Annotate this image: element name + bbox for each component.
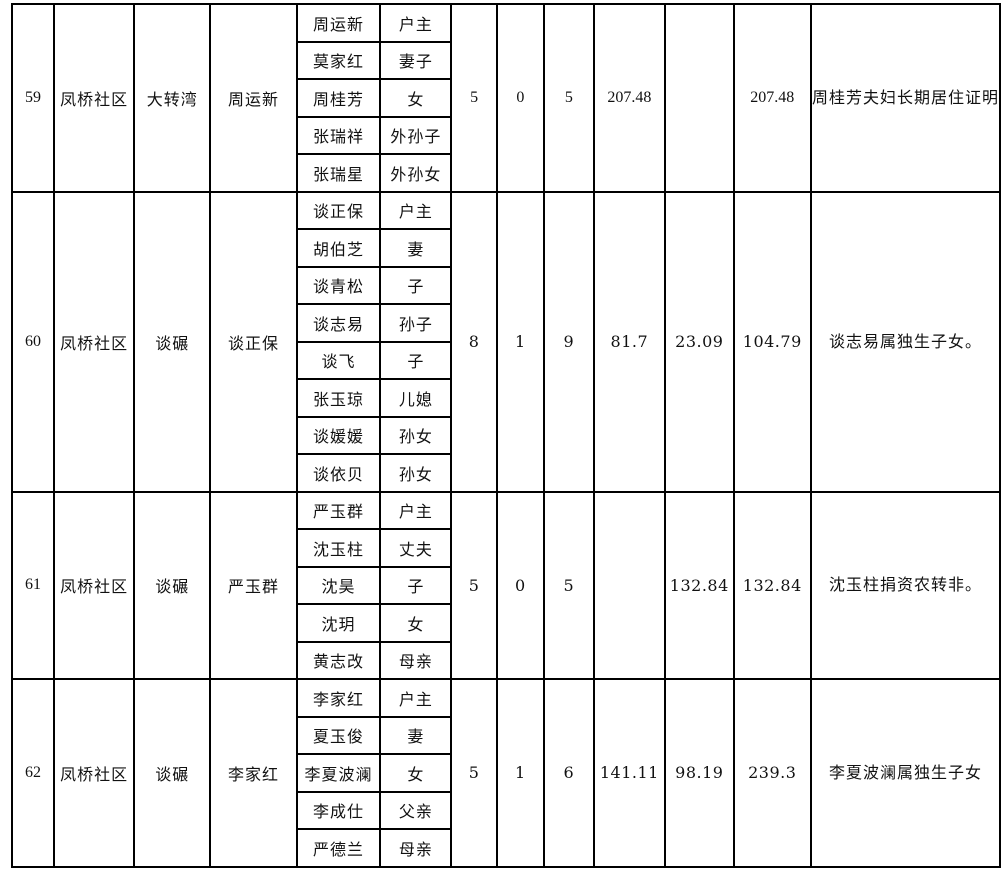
member-relation: 妻: [379, 228, 453, 268]
household-number: 61: [11, 490, 55, 680]
remark: 周桂芳夫妇长期居住证明: [809, 3, 1001, 193]
household-row: 62 凤桥社区 谈碾 李家红 李家红 户主 5 1 6 141.11 98.19 239.3 李夏波澜属…: [11, 678, 1001, 868]
member-relation: 丈夫: [379, 528, 453, 568]
member-relation: 孙女: [379, 415, 453, 455]
member-name: 严玉群: [295, 490, 382, 530]
community-name: 凤桥社区: [52, 3, 136, 193]
member-relation: 母亲: [379, 828, 453, 868]
member-relation: 户主: [379, 490, 453, 530]
member-relation: 子: [379, 565, 453, 605]
member-name: 谈媛媛: [295, 415, 382, 455]
amount-a: 81.7: [592, 190, 666, 493]
member-name: 胡伯芝: [295, 228, 382, 268]
count-b: 0: [495, 490, 545, 680]
member-relation: 妻子: [379, 40, 453, 80]
member-name: 谈青松: [295, 265, 382, 305]
member-relation: 女: [379, 78, 453, 118]
member-relation: 户主: [379, 190, 453, 230]
household-head: 周运新: [209, 3, 298, 193]
count-a: 5: [450, 678, 498, 868]
member-relation: 子: [379, 265, 453, 305]
group-name: 谈碾: [133, 678, 212, 868]
group-name: 谈碾: [133, 490, 212, 680]
member-name: 张玉琼: [295, 378, 382, 418]
count-b: 1: [495, 678, 545, 868]
amount-b: 132.84: [663, 490, 735, 680]
member-name: 谈正保: [295, 190, 382, 230]
member-relation: 户主: [379, 678, 453, 718]
member-relation: 女: [379, 753, 453, 793]
count-a: 8: [450, 190, 498, 493]
member-relation: 女: [379, 603, 453, 643]
count-total: 5: [542, 3, 595, 193]
count-a: 5: [450, 3, 498, 193]
member-name: 周桂芳: [295, 78, 382, 118]
amount-total: 132.84: [732, 490, 812, 680]
household-number: 60: [11, 190, 55, 493]
household-head: 谈正保: [209, 190, 298, 493]
count-total: 9: [542, 190, 595, 493]
member-name: 李成仕: [295, 790, 382, 830]
member-relation: 父亲: [379, 790, 453, 830]
amount-total: 239.3: [732, 678, 812, 868]
amount-a: [592, 490, 666, 680]
member-name: 张瑞祥: [295, 115, 382, 155]
member-name: 张瑞星: [295, 153, 382, 193]
household-number: 62: [11, 678, 55, 868]
member-relation: 户主: [379, 3, 453, 43]
member-name: 谈飞: [295, 340, 382, 380]
member-relation: 儿媳: [379, 378, 453, 418]
household-number: 59: [11, 3, 55, 193]
table-body: 59 凤桥社区 大转湾 周运新 周运新 户主 5 0 5 207.48 207.48 周桂芳夫妇长期居…: [11, 3, 1001, 868]
community-name: 凤桥社区: [52, 190, 136, 493]
member-name: 严德兰: [295, 828, 382, 868]
member-relation: 妻: [379, 715, 453, 755]
amount-a: 141.11: [592, 678, 666, 868]
count-total: 5: [542, 490, 595, 680]
household-head: 李家红: [209, 678, 298, 868]
household-row: 60 凤桥社区 谈碾 谈正保 谈正保 户主 8 1 9 81.7 23.09 104.79 谈志易属独生…: [11, 190, 1001, 493]
amount-total: 207.48: [732, 3, 812, 193]
member-name: 沈玥: [295, 603, 382, 643]
count-a: 5: [450, 490, 498, 680]
remark: 李夏波澜属独生子女: [809, 678, 1001, 868]
count-total: 6: [542, 678, 595, 868]
member-name: 黄志改: [295, 640, 382, 680]
amount-b: 98.19: [663, 678, 735, 868]
amount-a: 207.48: [592, 3, 666, 193]
member-name: 沈昊: [295, 565, 382, 605]
remark: 谈志易属独生子女。: [809, 190, 1001, 493]
count-b: 0: [495, 3, 545, 193]
member-name: 周运新: [295, 3, 382, 43]
amount-b: 23.09: [663, 190, 735, 493]
group-name: 大转湾: [133, 3, 212, 193]
community-name: 凤桥社区: [52, 490, 136, 680]
member-relation: 孙子: [379, 303, 453, 343]
member-name: 李家红: [295, 678, 382, 718]
amount-total: 104.79: [732, 190, 812, 493]
member-name: 莫家红: [295, 40, 382, 80]
remark: 沈玉柱捐资农转非。: [809, 490, 1001, 680]
member-name: 李夏波澜: [295, 753, 382, 793]
member-name: 谈志易: [295, 303, 382, 343]
household-table: 59 凤桥社区 大转湾 周运新 周运新 户主 5 0 5 207.48 207.48 周桂芳夫妇长期居…: [11, 3, 1001, 868]
member-relation: 母亲: [379, 640, 453, 680]
member-relation: 外孙子: [379, 115, 453, 155]
member-name: 夏玉俊: [295, 715, 382, 755]
count-b: 1: [495, 190, 545, 493]
member-relation: 孙女: [379, 453, 453, 493]
member-relation: 外孙女: [379, 153, 453, 193]
amount-b: [663, 3, 735, 193]
group-name: 谈碾: [133, 190, 212, 493]
member-relation: 子: [379, 340, 453, 380]
community-name: 凤桥社区: [52, 678, 136, 868]
member-name: 谈依贝: [295, 453, 382, 493]
household-row: 59 凤桥社区 大转湾 周运新 周运新 户主 5 0 5 207.48 207.48 周桂芳夫妇长期居…: [11, 3, 1001, 193]
member-name: 沈玉柱: [295, 528, 382, 568]
household-row: 61 凤桥社区 谈碾 严玉群 严玉群 户主 5 0 5 132.84 132.84 沈玉柱捐资农转非。: [11, 490, 1001, 680]
household-head: 严玉群: [209, 490, 298, 680]
